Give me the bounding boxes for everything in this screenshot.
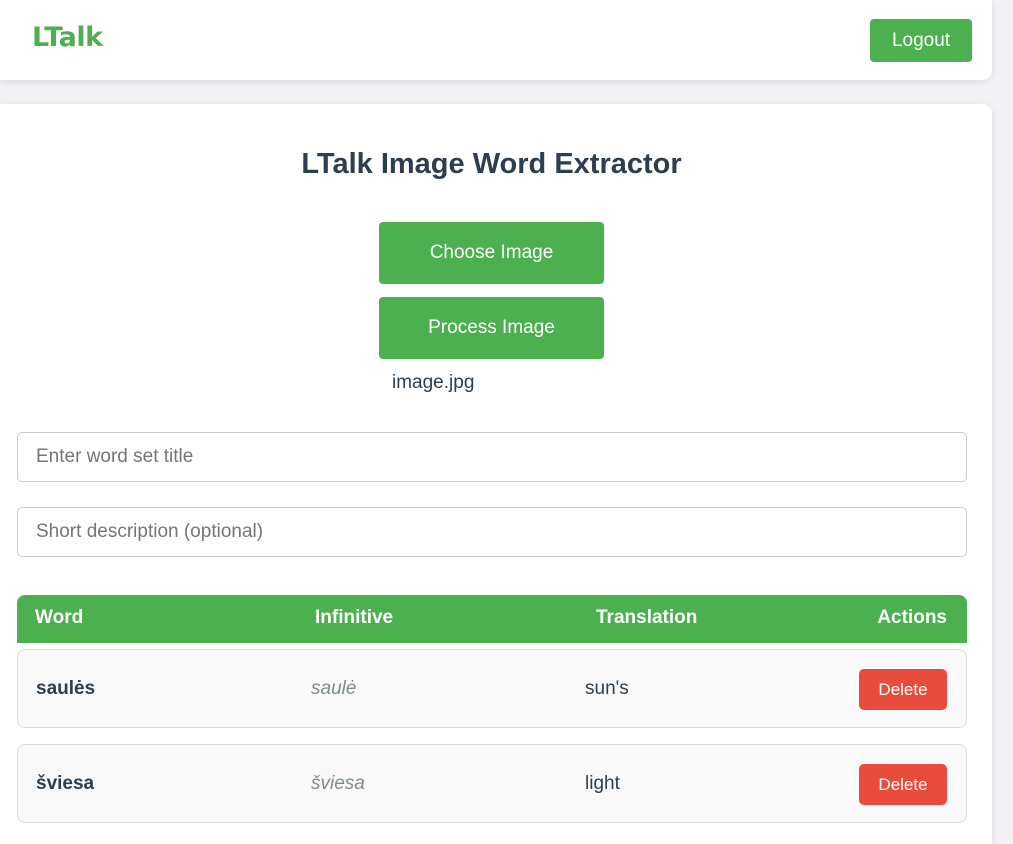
brand-logo[interactable]: LTalk bbox=[32, 22, 103, 53]
row-infinitive: saulė bbox=[311, 678, 357, 699]
row-translation: light bbox=[585, 773, 620, 794]
column-header-translation: Translation bbox=[596, 607, 698, 628]
process-image-button[interactable]: Process Image bbox=[379, 297, 604, 359]
table-row: šviesa šviesa light Delete bbox=[17, 744, 967, 823]
column-header-word: Word bbox=[35, 607, 84, 628]
table-row: saulės saulė sun's Delete bbox=[17, 649, 967, 728]
column-header-infinitive: Infinitive bbox=[315, 607, 394, 628]
row-translation: sun's bbox=[585, 678, 629, 699]
row-infinitive: šviesa bbox=[311, 773, 365, 794]
words-table-header: Word Infinitive Translation Actions bbox=[17, 595, 967, 643]
row-word: saulės bbox=[36, 678, 96, 699]
choose-image-button[interactable]: Choose Image bbox=[379, 222, 604, 284]
column-header-actions: Actions bbox=[877, 607, 947, 628]
navbar: LTalk Logout bbox=[0, 0, 992, 80]
page-title: LTalk Image Word Extractor bbox=[301, 148, 682, 180]
word-set-description-input[interactable] bbox=[17, 507, 967, 557]
row-word: šviesa bbox=[36, 773, 95, 794]
delete-button[interactable]: Delete bbox=[859, 669, 947, 710]
selected-file-name: image.jpg bbox=[392, 372, 475, 393]
logout-button[interactable]: Logout bbox=[870, 19, 972, 62]
word-set-title-input[interactable] bbox=[17, 432, 967, 482]
delete-button[interactable]: Delete bbox=[859, 764, 947, 805]
